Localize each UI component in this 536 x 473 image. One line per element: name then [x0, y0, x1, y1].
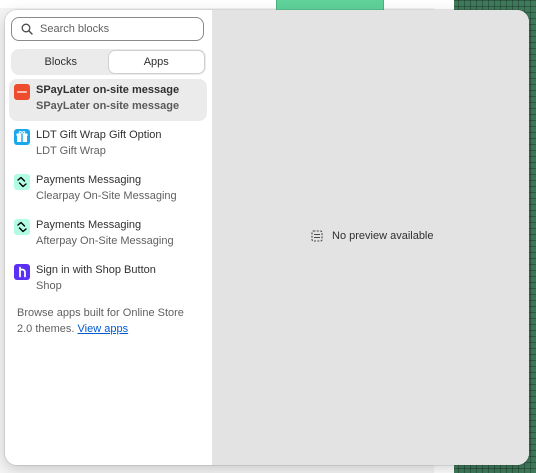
tab-group: Blocks Apps [11, 49, 206, 75]
list-item[interactable]: Sign in with Shop Button Shop [9, 259, 207, 301]
block-picker-panel: Blocks Apps SPayLater on-site message SP… [5, 10, 212, 465]
app-name: LDT Gift Wrap [36, 145, 106, 157]
app-block-list: SPayLater on-site message SPayLater on-s… [9, 79, 207, 304]
browse-apps-note: Browse apps built for Online Store 2.0 t… [17, 305, 199, 337]
no-preview-icon [310, 229, 324, 243]
app-block-title: LDT Gift Wrap Gift Option [36, 129, 162, 141]
afterpay-icon [14, 219, 30, 235]
shop-icon [14, 264, 30, 280]
app-block-title: Sign in with Shop Button [36, 264, 156, 276]
search-field[interactable] [11, 17, 204, 41]
app-name: SPayLater on-site message [36, 100, 180, 112]
list-item[interactable]: SPayLater on-site message SPayLater on-s… [9, 79, 207, 121]
tab-blocks[interactable]: Blocks [13, 51, 109, 73]
app-name: Shop [36, 280, 62, 292]
spaylater-logo-icon [14, 84, 30, 100]
tab-apps[interactable]: Apps [108, 51, 204, 73]
view-apps-link[interactable]: View apps [78, 323, 129, 335]
list-item[interactable]: Payments Messaging Clearpay On-Site Mess… [9, 169, 207, 211]
clearpay-icon [14, 174, 30, 190]
app-block-title: SPayLater on-site message [36, 84, 180, 96]
app-name: Clearpay On-Site Messaging [36, 190, 177, 202]
search-input[interactable] [40, 23, 190, 35]
preview-panel: No preview available [212, 10, 529, 465]
search-icon [20, 22, 34, 36]
list-item[interactable]: Payments Messaging Afterpay On-Site Mess… [9, 214, 207, 256]
gift-icon [14, 129, 30, 145]
app-block-title: Payments Messaging [36, 219, 142, 231]
no-preview-label: No preview available [332, 230, 434, 242]
app-name: Afterpay On-Site Messaging [36, 235, 174, 247]
add-block-popover: Blocks Apps SPayLater on-site message SP… [5, 10, 529, 465]
no-preview-message: No preview available [310, 229, 434, 243]
list-item[interactable]: LDT Gift Wrap Gift Option LDT Gift Wrap [9, 124, 207, 166]
app-block-title: Payments Messaging [36, 174, 142, 186]
